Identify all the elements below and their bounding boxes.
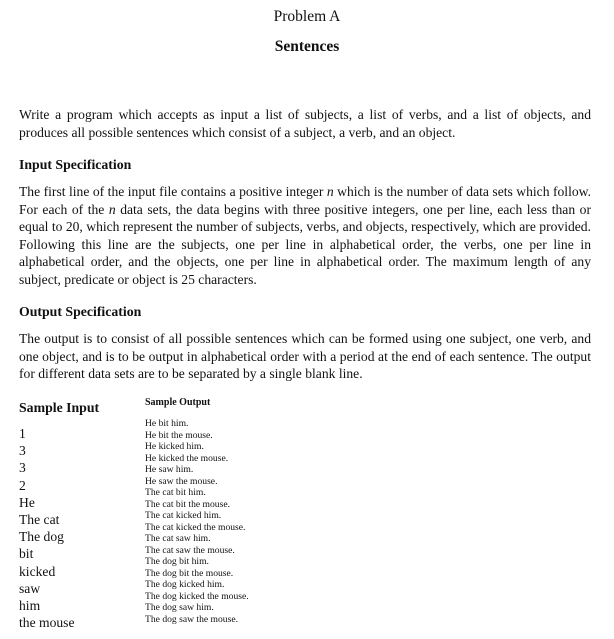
- sample-input-line: The cat: [19, 511, 60, 527]
- sample-input-line: 3: [19, 460, 26, 476]
- sample-output-line: The dog saw the mouse.: [145, 613, 238, 625]
- sample-input-line: him: [19, 597, 41, 613]
- sample-input-line: 3: [19, 443, 26, 459]
- sample-output-line: The cat bit the mouse.: [145, 498, 230, 510]
- sample-output-line: The cat saw the mouse.: [145, 544, 235, 556]
- sample-input-line: kicked: [19, 563, 56, 579]
- sample-output-line: He saw the mouse.: [145, 475, 218, 487]
- output-specification-heading: Output Specification: [19, 304, 142, 319]
- sample-output-line: He bit the mouse.: [145, 429, 213, 441]
- sample-output-line: The dog kicked the mouse.: [145, 590, 249, 602]
- sample-input-line: bit: [19, 546, 34, 562]
- input-specification-heading: Input Specification: [19, 157, 132, 172]
- variable-n: n: [108, 201, 116, 217]
- sample-output-line: He saw him.: [145, 464, 194, 475]
- sample-output-line: The cat bit him.: [145, 487, 206, 498]
- sample-output-line: The dog kicked him.: [145, 579, 225, 590]
- sample-output-heading: Sample Output: [145, 397, 211, 408]
- sample-output-line: The dog saw him.: [145, 602, 214, 613]
- sample-output-line: He bit him.: [145, 418, 189, 429]
- sample-output-line: The dog bit him.: [145, 556, 209, 567]
- output-specification-paragraph: The output is to consist of all possible…: [19, 331, 591, 382]
- sample-output-line: He kicked him.: [145, 441, 204, 452]
- input-specification-paragraph: The first line of the input file contain…: [19, 183, 591, 289]
- sample-output-list: He bit him. He bit the mouse. He kicked hi…: [145, 418, 249, 625]
- sample-output-line: The dog bit the mouse.: [145, 567, 234, 579]
- sample-output-line: The cat saw him.: [145, 533, 211, 544]
- sample-output-line: The cat kicked him.: [145, 510, 222, 521]
- intro-paragraph: Write a program which accepts as input a…: [19, 107, 591, 140]
- sample-input-line: 1: [19, 426, 26, 441]
- sample-input-heading: Sample Input: [19, 400, 100, 415]
- sample-input-line: saw: [19, 580, 41, 596]
- sample-output-line: He kicked the mouse.: [145, 452, 229, 464]
- variable-n: n: [326, 184, 334, 199]
- problem-title: Sentences: [274, 38, 340, 55]
- sample-input-line: The dog: [19, 529, 64, 545]
- sample-input-list: 1 3 3 2 He The cat The dog bit kicked saw him the m…: [19, 425, 75, 631]
- sample-output-line: The cat kicked the mouse.: [145, 521, 246, 533]
- sample-input-line: He: [19, 494, 35, 510]
- sample-input-line: 2: [19, 477, 26, 493]
- sample-input-line: the mouse: [19, 615, 75, 631]
- input-spec-text-a: The first line of the input file contain…: [19, 184, 327, 199]
- problem-label: Problem A: [273, 8, 341, 25]
